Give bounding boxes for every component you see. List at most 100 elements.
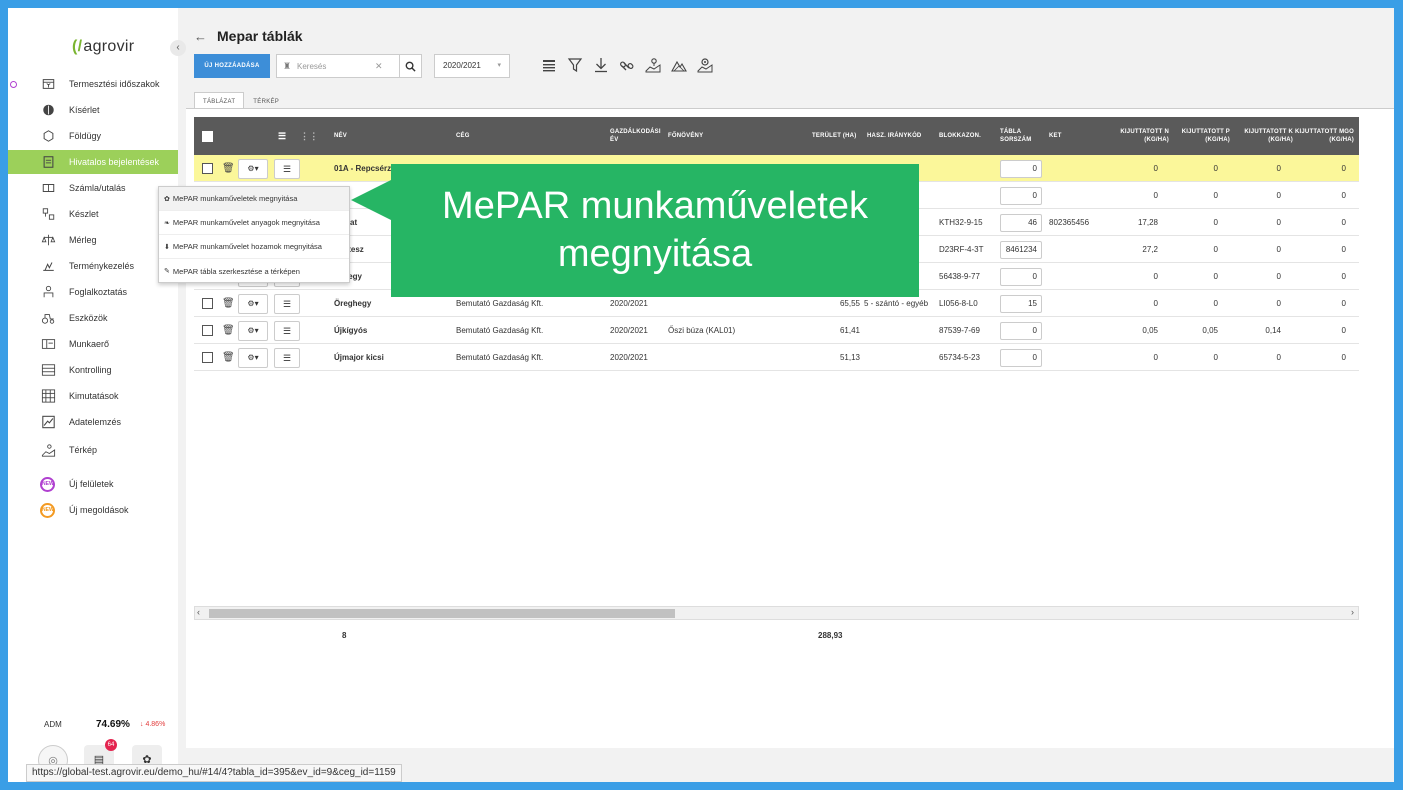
tutorial-callout: MePAR munkaműveletek megnyitása (391, 164, 919, 297)
col-name[interactable]: NÉV (334, 117, 347, 155)
trash-icon[interactable]: 🗑 (222, 290, 235, 317)
cell-company: Bemutató Gazdaság Kft. (456, 326, 544, 335)
col-applied-p[interactable]: KIJUTTATOTT P (KG/HA) (1170, 117, 1230, 155)
sidebar-item-1[interactable]: Termesztési időszakok (8, 72, 178, 96)
row-checkbox[interactable] (202, 317, 213, 344)
columns-icon[interactable] (540, 56, 558, 74)
menu-open-yields[interactable]: ⬇ MePAR munkaművelet hozamok megnyitása (159, 235, 349, 259)
col-area[interactable]: TERÜLET (HA) (812, 117, 856, 155)
chevron-left-icon[interactable]: ‹ (170, 40, 186, 56)
sidebar-item-12[interactable]: Kontrolling (8, 358, 178, 382)
scroll-left-icon[interactable]: ‹ (197, 607, 200, 617)
map-terrain-icon[interactable] (670, 56, 688, 74)
row-actions-button[interactable]: ⚙▾ (238, 317, 268, 344)
col-main-crop[interactable]: FŐNÖVÉNY (668, 117, 703, 155)
adm-label: ADM (44, 719, 62, 729)
menu-edit-on-map[interactable]: ✎ MePAR tábla szerkesztése a térképen (159, 259, 349, 283)
sidebar-item-17[interactable]: NEW Új megoldások (8, 498, 178, 522)
menu-open-operations[interactable]: ✿ MePAR munkaműveletek megnyitása (159, 187, 349, 211)
scroll-right-icon[interactable]: › (1351, 607, 1354, 617)
link-icon[interactable] (618, 56, 636, 74)
select-all-checkbox[interactable] (202, 117, 213, 155)
menu-open-materials[interactable]: ❧ MePAR munkaművelet anyagok megnyitása (159, 211, 349, 235)
cell-plot-number[interactable]: 0 (1000, 155, 1042, 182)
sidebar-item-3[interactable]: Földügy (8, 124, 178, 148)
clear-icon[interactable]: ✕ (375, 61, 383, 72)
sidebar-item-11[interactable]: Munkaerő (8, 332, 178, 356)
col-company[interactable]: CÉG (456, 117, 470, 155)
search-button[interactable] (400, 54, 422, 78)
logo[interactable]: (/agrovir (72, 38, 134, 56)
plot-number-input[interactable]: 0 (1000, 159, 1042, 178)
plot-number-input[interactable]: 0 (1000, 348, 1042, 367)
row-checkbox[interactable] (202, 290, 213, 317)
add-new-button[interactable]: ÚJ HOZZÁADÁSA (194, 54, 270, 78)
col-plot-number[interactable]: TÁBLA SORSZÁM (1000, 117, 1040, 155)
plot-number-input[interactable]: 0 (1000, 267, 1042, 286)
col-year[interactable]: GAZDÁLKODÁSI ÉV (610, 117, 670, 155)
plot-number-input[interactable]: 46 (1000, 213, 1042, 232)
cell-plot-number[interactable]: 8461234 (1000, 236, 1042, 263)
sidebar-item-label: Termesztési időszakok (69, 79, 160, 89)
plot-number-input[interactable]: 0 (1000, 321, 1042, 340)
trash-icon[interactable]: 🗑 (222, 317, 235, 344)
status-url: https://global-test.agrovir.eu/demo_hu/#… (26, 764, 402, 782)
cell-plot-number[interactable]: 0 (1000, 317, 1042, 344)
row-details-button[interactable]: ☰ (274, 317, 300, 344)
sidebar-item-10[interactable]: Eszközök (8, 306, 178, 330)
sidebar-item-label: Új felületek (69, 479, 114, 489)
map-settings-icon[interactable] (696, 56, 714, 74)
row-actions-button[interactable]: ⚙▾ (238, 290, 268, 317)
scrollbar-thumb[interactable] (209, 609, 675, 618)
cell-plot-number[interactable]: 0 (1000, 344, 1042, 371)
col-applied-mgo[interactable]: KIJUTTATOTT MGO (KG/HA) (1294, 117, 1354, 155)
row-details-button[interactable]: ☰ (274, 290, 300, 317)
row-checkbox[interactable] (202, 155, 213, 182)
cell-name[interactable]: Öreghegy (334, 290, 371, 317)
cell-name[interactable]: Újkígyós (334, 317, 367, 344)
list-icon[interactable]: ☰ (278, 117, 286, 155)
plot-number-input[interactable]: 8461234 (1000, 240, 1042, 259)
plot-number-input[interactable]: 0 (1000, 186, 1042, 205)
row-details-button[interactable]: ☰ (274, 155, 300, 182)
map-pin-icon[interactable] (644, 56, 662, 74)
col-use-code[interactable]: HASZ. IRÁNYKÓD (867, 117, 921, 155)
sidebar-item-2[interactable]: Kísérlet (8, 98, 178, 122)
cell-applied-n: 0 (1153, 191, 1158, 200)
row-details-button[interactable]: ☰ (274, 344, 300, 371)
sidebar-item-8[interactable]: Terménykezelés (8, 254, 178, 278)
footer-area-sum: 288,93 (818, 631, 843, 640)
cell-name[interactable]: Újmajor kicsi (334, 344, 384, 371)
sidebar-item-14[interactable]: Adatelemzés (8, 410, 178, 434)
cell-plot-number[interactable]: 15 (1000, 290, 1042, 317)
sidebar-item-7[interactable]: Mérleg (8, 228, 178, 252)
cell-plot-number[interactable]: 0 (1000, 182, 1042, 209)
sidebar-item-6[interactable]: Készlet (8, 202, 178, 226)
sidebar-item-13[interactable]: Kimutatások (8, 384, 178, 408)
sidebar-item-4[interactable]: Hivatalos bejelentések (8, 150, 178, 174)
download-icon[interactable] (592, 56, 610, 74)
cell-plot-number[interactable]: 0 (1000, 263, 1042, 290)
sidebar-item-15[interactable]: Térkép (8, 438, 178, 462)
col-applied-k[interactable]: KIJUTTATOTT K (KG/HA) (1231, 117, 1293, 155)
filter-icon[interactable] (566, 56, 584, 74)
trash-icon[interactable]: 🗑 (222, 344, 235, 371)
cell-plot-number[interactable]: 46 (1000, 209, 1042, 236)
col-applied-n[interactable]: KIJUTTATOTT N (KG/HA) (1104, 117, 1169, 155)
year-select[interactable]: 2020/2021 ▾ (434, 54, 510, 78)
row-actions-button[interactable]: ⚙▾ (238, 344, 268, 371)
col-ket[interactable]: KET (1049, 117, 1062, 155)
horizontal-scrollbar[interactable]: ‹ › (194, 606, 1359, 620)
arrow-left-icon[interactable]: ← (194, 29, 207, 44)
row-actions-button[interactable]: ⚙▾ (238, 155, 268, 182)
plot-number-input[interactable]: 15 (1000, 294, 1042, 313)
trash-icon[interactable]: 🗑 (222, 155, 235, 182)
sidebar-item-label: Munkaerő (69, 339, 110, 349)
row-checkbox[interactable] (202, 344, 213, 371)
col-block-id[interactable]: BLOKKAZON. (939, 117, 981, 155)
leaf-logo-icon: (/ (72, 38, 83, 55)
sidebar-item-16[interactable]: NEW Új felületek (8, 472, 178, 496)
sidebar-item-9[interactable]: Foglalkoztatás (8, 280, 178, 304)
sidebar-item-5[interactable]: Számla/utalás (8, 176, 178, 200)
search-input[interactable] (297, 61, 369, 71)
